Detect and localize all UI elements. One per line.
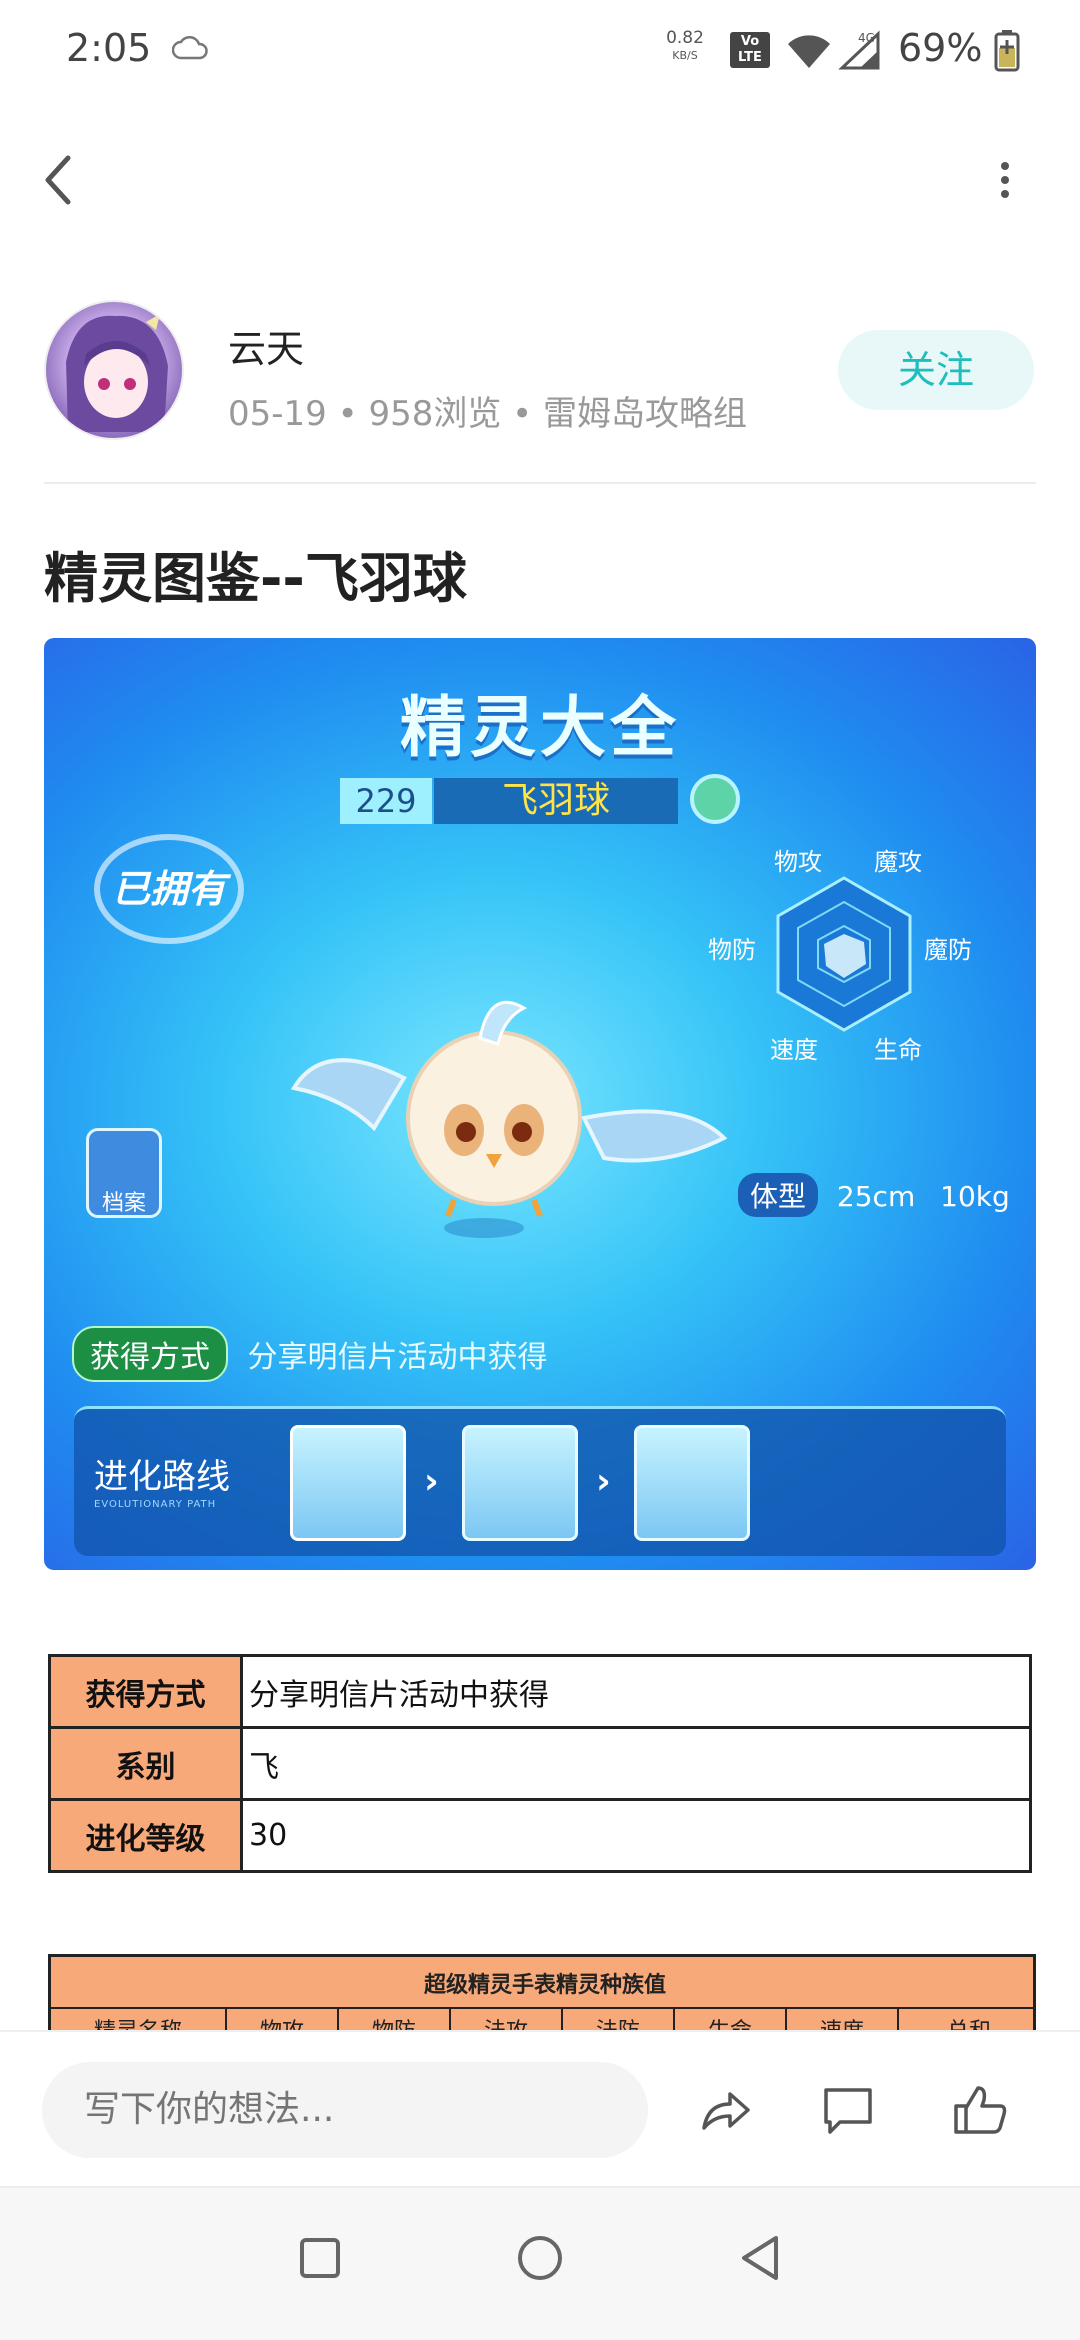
evolution-sub: EVOLUTIONARY PATH xyxy=(94,1499,217,1510)
race-table-header: 精灵名称 物攻 物防 法攻 法防 生命 速度 总和 xyxy=(51,2007,1033,2030)
radar-label-hp: 生命 xyxy=(874,1036,922,1064)
obtain-tag: 获得方式 xyxy=(72,1326,228,1382)
avatar-image xyxy=(66,314,168,432)
status-time: 2:05 xyxy=(66,26,152,70)
wifi-icon xyxy=(788,35,830,68)
volte-icon: Vo LTE xyxy=(730,32,770,68)
radar-label-phys-atk: 物攻 xyxy=(774,848,822,876)
radar-label-phys-def: 物防 xyxy=(708,936,756,964)
comment-bar xyxy=(0,2030,1080,2186)
back-arrow-icon[interactable] xyxy=(40,150,80,210)
article-title: 精灵图鉴--飞羽球 xyxy=(44,547,467,610)
divider xyxy=(44,482,1036,484)
battery-percent: 69% xyxy=(898,26,983,70)
chevron-right-icon: › xyxy=(596,1461,611,1502)
radar-label-mag-def: 魔防 xyxy=(924,936,972,964)
column-header: 法攻 xyxy=(451,2009,563,2030)
row-label: 系别 xyxy=(48,1726,243,1801)
column-header: 法防 xyxy=(563,2009,675,2030)
column-header: 精灵名称 xyxy=(51,2009,227,2030)
column-header: 总和 xyxy=(899,2009,1033,2030)
height-value: 25cm xyxy=(836,1180,916,1213)
cloud-icon xyxy=(172,35,208,60)
evolution-stage-3 xyxy=(634,1425,750,1541)
row-label: 进化等级 xyxy=(48,1798,243,1873)
post-meta: 05-19 • 958浏览 • 雷姆岛攻略组 xyxy=(228,394,748,434)
home-icon[interactable] xyxy=(510,2228,570,2288)
size-info: 体型 25cm 10kg xyxy=(738,1173,1010,1217)
race-table-title: 超级精灵手表精灵种族值 xyxy=(423,1973,666,1998)
author-avatar[interactable] xyxy=(44,300,184,440)
back-nav-icon[interactable] xyxy=(730,2228,790,2288)
network-type: 4G xyxy=(858,31,875,45)
obtain-text: 分享明信片活动中获得 xyxy=(247,1340,548,1375)
speed-value: 0.82 xyxy=(666,28,704,48)
network-speed: 0.82 KB/S xyxy=(660,30,710,64)
volte-line1: Vo xyxy=(740,34,760,49)
row-value: 分享明信片活动中获得 xyxy=(240,1654,1032,1729)
info-table: 获得方式 分享明信片活动中获得 系别 飞 进化等级 30 xyxy=(48,1654,1032,1873)
sprite-illustration xyxy=(290,1000,728,1238)
table-row: 获得方式 分享明信片活动中获得 xyxy=(48,1654,1032,1729)
volte-line2: LTE xyxy=(738,50,762,65)
row-value: 飞 xyxy=(240,1726,1032,1801)
radar-label-speed: 速度 xyxy=(770,1036,818,1064)
speed-unit: KB/S xyxy=(672,49,698,62)
column-header: 生命 xyxy=(675,2009,787,2030)
like-icon[interactable] xyxy=(950,2080,1010,2140)
recents-icon[interactable] xyxy=(290,2228,350,2288)
signal-icon: 4G xyxy=(838,30,880,70)
comment-icon[interactable] xyxy=(818,2080,878,2140)
row-value: 30 xyxy=(240,1798,1032,1873)
race-value-table: 超级精灵手表精灵种族值 精灵名称 物攻 物防 法攻 法防 生命 速度 总和 xyxy=(48,1954,1036,2030)
system-nav-bar xyxy=(0,2186,1080,2340)
wing-type-icon xyxy=(690,774,740,824)
sprite-name: 飞羽球 xyxy=(434,778,678,824)
row-label: 获得方式 xyxy=(48,1654,243,1729)
status-bar: 2:05 0.82 KB/S Vo LTE 4G 69% xyxy=(0,0,1080,100)
archive-icon: 档案 xyxy=(86,1128,162,1218)
weight-value: 10kg xyxy=(940,1180,1010,1213)
evolution-panel: 进化路线 EVOLUTIONARY PATH › › xyxy=(74,1406,1006,1556)
share-icon[interactable] xyxy=(696,2080,756,2140)
follow-button[interactable]: 关注 xyxy=(838,330,1034,410)
obtain-method: 获得方式 分享明信片活动中获得 xyxy=(72,1326,548,1382)
table-row: 进化等级 30 xyxy=(48,1798,1032,1873)
image-title: 精灵大全 xyxy=(400,689,680,766)
radar-label-mag-atk: 魔攻 xyxy=(874,848,922,876)
evolution-stage-2 xyxy=(462,1425,578,1541)
table-row: 系别 飞 xyxy=(48,1726,1032,1801)
comment-input[interactable] xyxy=(42,2062,648,2158)
author-name[interactable]: 云天 xyxy=(228,318,304,373)
size-label: 体型 xyxy=(738,1173,819,1217)
evolution-stage-1 xyxy=(290,1425,406,1541)
article-image[interactable]: 精灵大全 229 飞羽球 已拥有 档案 物攻 魔攻 物防 魔防 速度 生命 体型… xyxy=(44,638,1036,1570)
owned-badge: 已拥有 xyxy=(94,834,244,944)
chevron-right-icon: › xyxy=(424,1461,439,1502)
column-header: 速度 xyxy=(787,2009,899,2030)
more-options-icon[interactable] xyxy=(990,160,1020,200)
evolution-label: 进化路线 xyxy=(94,1457,230,1497)
sprite-number: 229 xyxy=(340,778,432,824)
archive-label: 档案 xyxy=(101,1191,146,1216)
battery-icon xyxy=(994,30,1020,72)
column-header: 物防 xyxy=(339,2009,451,2030)
column-header: 物攻 xyxy=(227,2009,339,2030)
